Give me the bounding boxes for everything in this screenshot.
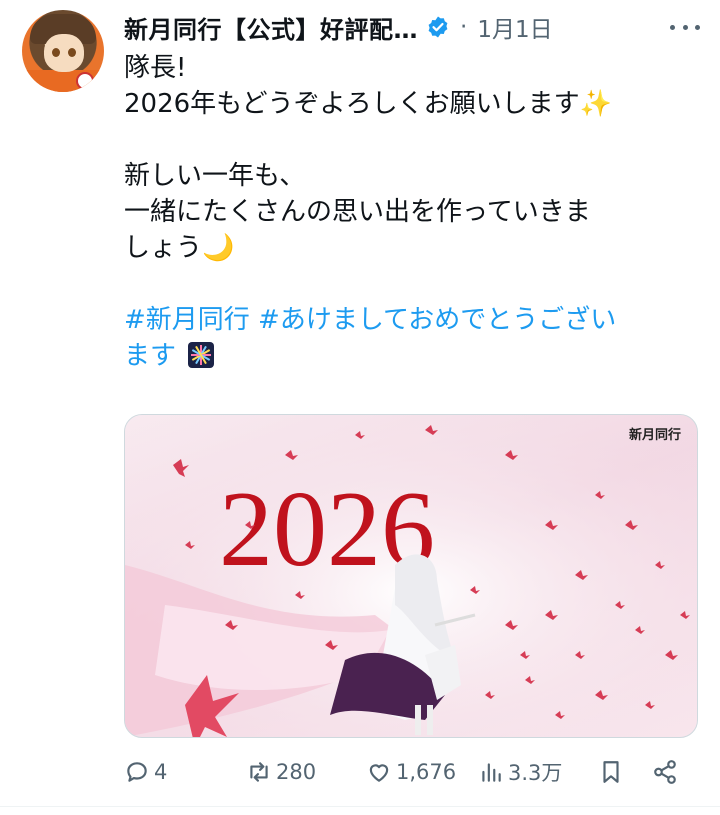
bookmark-icon bbox=[603, 761, 619, 783]
post-text: 隊長! 2026年もどうぞよろしくお願いします✨ 新しい一年も、 一緒にたくさん… bbox=[124, 50, 694, 374]
views-icon bbox=[482, 763, 501, 782]
text-line: 2026年もどうぞよろしくお願いします✨ bbox=[124, 89, 613, 119]
image-watermark: 新月同行 bbox=[629, 427, 681, 443]
hashtag-link[interactable]: ます bbox=[124, 341, 176, 371]
post-actions: 4 280 1,676 3.3万 bbox=[124, 752, 684, 792]
new-year-artwork: 2026 新月同行 bbox=[125, 415, 697, 737]
bookmark-button[interactable] bbox=[598, 752, 628, 792]
like-count: 1,676 bbox=[396, 760, 457, 784]
author-avatar[interactable] bbox=[22, 10, 104, 92]
reply-count: 4 bbox=[154, 760, 168, 784]
view-count: 3.3万 bbox=[508, 761, 563, 785]
separator-dot: · bbox=[460, 14, 468, 40]
post-header: 新月同行【公式】好評配… · 1月1日 bbox=[124, 8, 700, 46]
repost-button[interactable]: 280 bbox=[246, 752, 316, 792]
verified-badge-icon bbox=[428, 16, 448, 38]
reply-button[interactable]: 4 bbox=[124, 752, 167, 792]
author-name[interactable]: 新月同行【公式】好評配… bbox=[124, 10, 418, 45]
fireworks-icon bbox=[188, 342, 215, 368]
text-line: 一緒にたくさんの思い出を作っていきま bbox=[124, 197, 591, 227]
share-icon bbox=[654, 760, 676, 784]
text-line: 新しい一年も、 bbox=[124, 161, 306, 191]
post-image[interactable]: 2026 新月同行 bbox=[124, 414, 698, 738]
text-line: しょう🌙 bbox=[124, 233, 235, 263]
text-line: 隊長! bbox=[124, 53, 187, 83]
share-button[interactable] bbox=[652, 752, 682, 792]
like-icon bbox=[369, 764, 389, 782]
views-button[interactable]: 3.3万 bbox=[478, 752, 562, 792]
reply-icon bbox=[127, 762, 147, 782]
more-options-icon[interactable] bbox=[670, 14, 700, 40]
post-divider bbox=[0, 806, 720, 807]
hashtag-link[interactable]: #新月同行 #あけましておめでとうござい bbox=[124, 305, 616, 335]
post-date[interactable]: 1月1日 bbox=[477, 10, 552, 44]
like-button[interactable]: 1,676 bbox=[366, 752, 456, 792]
repost-icon bbox=[250, 762, 268, 782]
repost-count: 280 bbox=[276, 760, 317, 784]
